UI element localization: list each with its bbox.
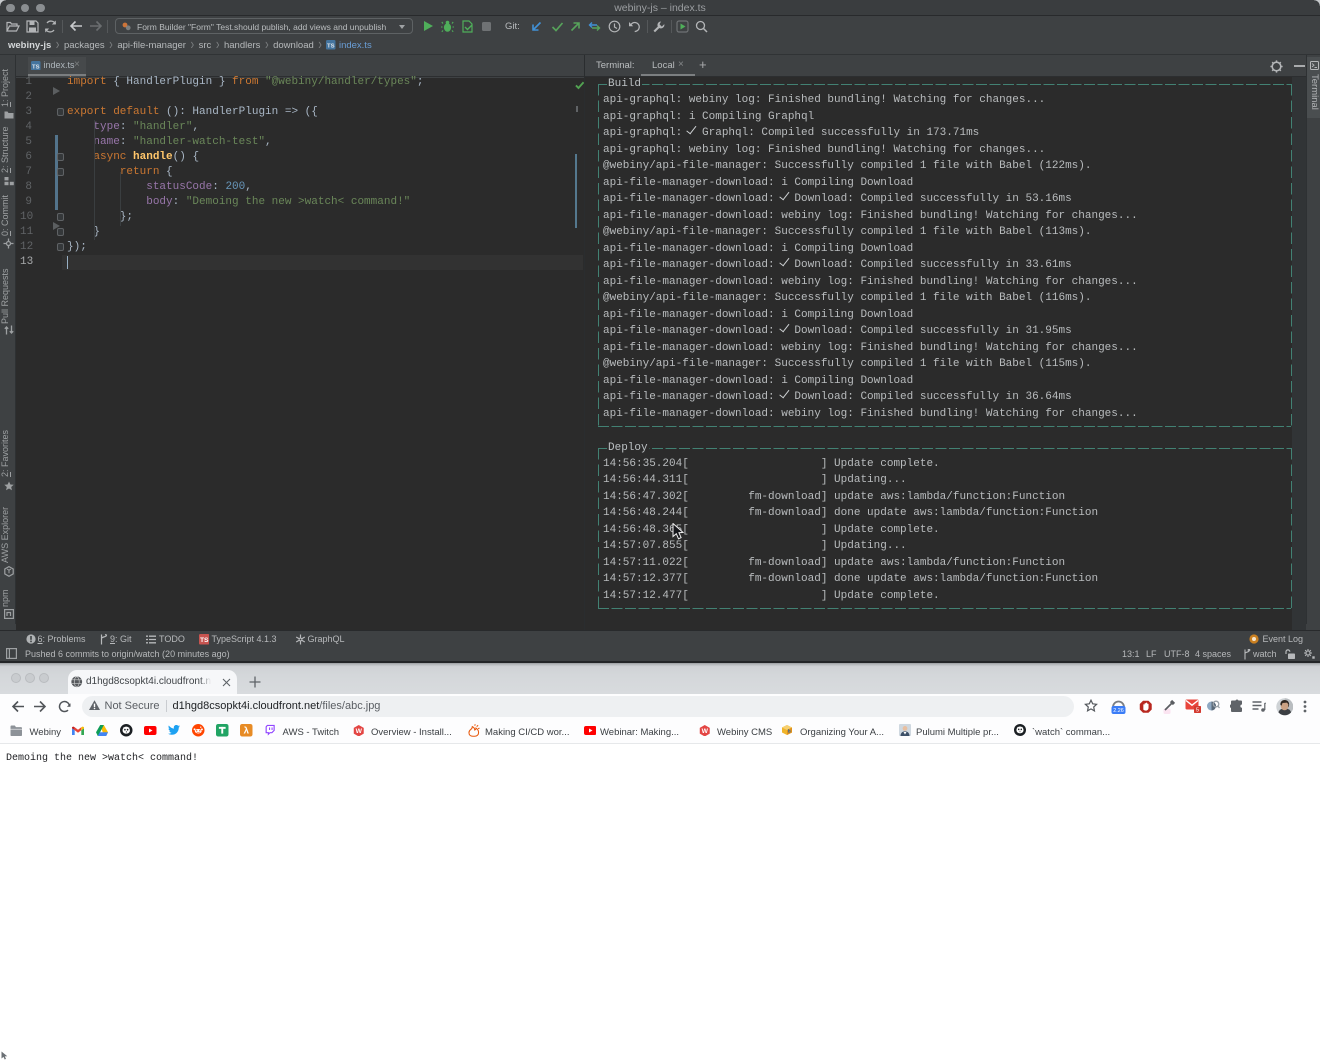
svg-text:b: b [788,728,791,733]
svg-text:TS: TS [199,637,208,644]
svg-text:W: W [701,728,708,735]
svg-text:TS: TS [327,44,335,50]
svg-text:2.26: 2.26 [1113,708,1124,714]
svg-text:5: 5 [1195,708,1198,713]
svg-text:TS: TS [32,64,40,70]
svg-text:λ: λ [244,726,250,737]
svg-text:W: W [355,728,362,735]
